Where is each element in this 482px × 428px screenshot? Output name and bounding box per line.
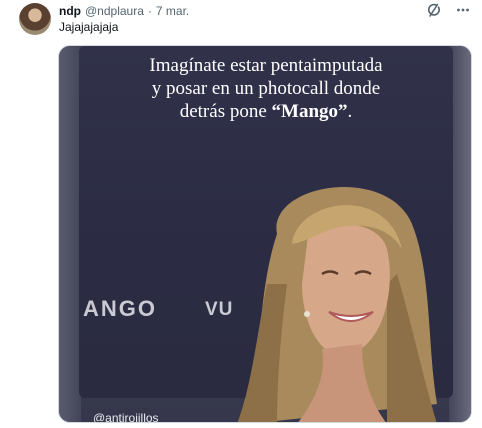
photocall-brand-text-2: VU	[205, 299, 234, 320]
tweet[interactable]: ndp @ndplaura · 7 mar. Jajajajajaja ANGO…	[0, 0, 482, 428]
tweet-image[interactable]: ANGO VU Imagínate estar pentaimputada y …	[58, 45, 472, 423]
separator-dot: ·	[147, 4, 152, 18]
tweet-header: ndp @ndplaura · 7 mar.	[59, 3, 189, 19]
caption-line-3-suffix: .	[347, 101, 353, 122]
caption-line-3-prefix: detrás pone	[179, 101, 272, 122]
caption-brand-name: “Mango”	[271, 101, 348, 122]
grok-icon[interactable]	[426, 2, 442, 18]
tweet-timestamp[interactable]: 7 mar.	[156, 4, 189, 18]
caption-line-1: Imagínate estar pentaimputada	[149, 55, 383, 76]
tweet-actions	[426, 2, 470, 18]
tweet-text: Jajajajajaja	[59, 20, 119, 34]
woman-portrait-illustration	[237, 187, 437, 422]
author-name[interactable]: ndp	[59, 4, 81, 18]
caption-line-2: y posar en un photocall donde	[151, 78, 381, 99]
image-watermark: @antirojillos	[93, 411, 159, 423]
author-handle[interactable]: @ndplaura	[85, 4, 144, 18]
caption-line-3: detrás pone “Mango”.	[59, 100, 471, 123]
avatar[interactable]	[19, 3, 51, 35]
photocall-brand-text: ANGO	[83, 296, 157, 321]
meme-caption: Imagínate estar pentaimputada y posar en…	[59, 54, 471, 123]
more-icon[interactable]	[456, 3, 470, 17]
